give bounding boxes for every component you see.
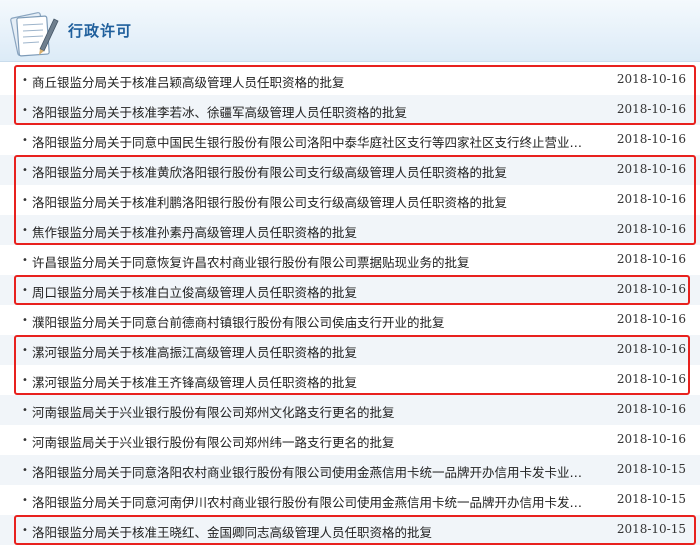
item-title-link[interactable]: 洛阳银监分局关于核准利鹏洛阳银行股份有限公司支行级高级管理人员任职资格的批复: [32, 192, 592, 211]
permit-list: • 商丘银监分局关于核准吕颖高级管理人员任职资格的批复 2018-10-16 •…: [0, 65, 700, 545]
item-date: 2018-10-16: [616, 282, 686, 296]
page-title: 行政许可: [68, 22, 133, 40]
notepad-pen-icon: [10, 12, 59, 57]
item-title-link[interactable]: 周口银监分局关于核准白立俊高级管理人员任职资格的批复: [32, 282, 592, 301]
item-title-link[interactable]: 漯河银监分局关于核准高振江高级管理人员任职资格的批复: [32, 342, 592, 361]
item-title-link[interactable]: 洛阳银监分局关于同意中国民生银行股份有限公司洛阳中泰华庭社区支行等四家社区支行终…: [32, 132, 592, 151]
bullet-icon: •: [22, 165, 28, 176]
item-title-link[interactable]: 河南银监局关于兴业银行股份有限公司郑州纬一路支行更名的批复: [32, 432, 592, 451]
item-title-link[interactable]: 濮阳银监分局关于同意台前德商村镇银行股份有限公司侯庙支行开业的批复: [32, 312, 592, 331]
item-title-link[interactable]: 焦作银监分局关于核准孙素丹高级管理人员任职资格的批复: [32, 222, 592, 241]
list-item[interactable]: • 许昌银监分局关于同意恢复许昌农村商业银行股份有限公司票据贴现业务的批复 20…: [0, 245, 700, 275]
item-date: 2018-10-16: [616, 102, 686, 116]
list-item[interactable]: • 洛阳银监分局关于同意洛阳农村商业银行股份有限公司使用金燕信用卡统一品牌开办信…: [0, 455, 700, 485]
bullet-icon: •: [22, 195, 28, 206]
item-date: 2018-10-16: [616, 402, 686, 416]
item-date: 2018-10-15: [616, 462, 686, 476]
item-date: 2018-10-15: [616, 522, 686, 536]
item-title-link[interactable]: 许昌银监分局关于同意恢复许昌农村商业银行股份有限公司票据贴现业务的批复: [32, 252, 592, 271]
item-date: 2018-10-16: [616, 312, 686, 326]
item-title-link[interactable]: 河南银监局关于兴业银行股份有限公司郑州文化路支行更名的批复: [32, 402, 592, 421]
bullet-icon: •: [22, 405, 28, 416]
item-date: 2018-10-16: [616, 372, 686, 386]
item-date: 2018-10-16: [616, 132, 686, 146]
item-date: 2018-10-15: [616, 492, 686, 506]
list-item[interactable]: • 洛阳银监分局关于同意中国民生银行股份有限公司洛阳中泰华庭社区支行等四家社区支…: [0, 125, 700, 155]
bullet-icon: •: [22, 465, 28, 476]
item-date: 2018-10-16: [616, 72, 686, 86]
bullet-icon: •: [22, 495, 28, 506]
list-item[interactable]: • 商丘银监分局关于核准吕颖高级管理人员任职资格的批复 2018-10-16: [0, 65, 700, 95]
bullet-icon: •: [22, 285, 28, 296]
bullet-icon: •: [22, 255, 28, 266]
list-item[interactable]: • 漯河银监分局关于核准王齐锋高级管理人员任职资格的批复 2018-10-16: [0, 365, 700, 395]
list-item[interactable]: • 洛阳银监分局关于核准王晓红、金国卿同志高级管理人员任职资格的批复 2018-…: [0, 515, 700, 545]
item-date: 2018-10-16: [616, 192, 686, 206]
list-item[interactable]: • 洛阳银监分局关于核准李若冰、徐疆军高级管理人员任职资格的批复 2018-10…: [0, 95, 700, 125]
item-date: 2018-10-16: [616, 252, 686, 266]
bullet-icon: •: [22, 525, 28, 536]
item-date: 2018-10-16: [616, 222, 686, 236]
bullet-icon: •: [22, 135, 28, 146]
list-item[interactable]: • 焦作银监分局关于核准孙素丹高级管理人员任职资格的批复 2018-10-16: [0, 215, 700, 245]
bullet-icon: •: [22, 315, 28, 326]
item-title-link[interactable]: 商丘银监分局关于核准吕颖高级管理人员任职资格的批复: [32, 72, 592, 91]
list-item[interactable]: • 洛阳银监分局关于核准利鹏洛阳银行股份有限公司支行级高级管理人员任职资格的批复…: [0, 185, 700, 215]
list-item[interactable]: • 河南银监局关于兴业银行股份有限公司郑州纬一路支行更名的批复 2018-10-…: [0, 425, 700, 455]
item-title-link[interactable]: 洛阳银监分局关于核准李若冰、徐疆军高级管理人员任职资格的批复: [32, 102, 592, 121]
list-item[interactable]: • 濮阳银监分局关于同意台前德商村镇银行股份有限公司侯庙支行开业的批复 2018…: [0, 305, 700, 335]
item-title-link[interactable]: 洛阳银监分局关于同意洛阳农村商业银行股份有限公司使用金燕信用卡统一品牌开办信用卡…: [32, 462, 592, 481]
item-title-link[interactable]: 漯河银监分局关于核准王齐锋高级管理人员任职资格的批复: [32, 372, 592, 391]
bullet-icon: •: [22, 345, 28, 356]
item-date: 2018-10-16: [616, 342, 686, 356]
list-item[interactable]: • 河南银监局关于兴业银行股份有限公司郑州文化路支行更名的批复 2018-10-…: [0, 395, 700, 425]
list-item[interactable]: • 漯河银监分局关于核准高振江高级管理人员任职资格的批复 2018-10-16: [0, 335, 700, 365]
bullet-icon: •: [22, 375, 28, 386]
item-date: 2018-10-16: [616, 162, 686, 176]
list-item[interactable]: • 洛阳银监分局关于同意河南伊川农村商业银行股份有限公司使用金燕信用卡统一品牌开…: [0, 485, 700, 515]
bullet-icon: •: [22, 435, 28, 446]
item-title-link[interactable]: 洛阳银监分局关于核准王晓红、金国卿同志高级管理人员任职资格的批复: [32, 522, 592, 541]
list-item[interactable]: • 洛阳银监分局关于核准黄欣洛阳银行股份有限公司支行级高级管理人员任职资格的批复…: [0, 155, 700, 185]
item-date: 2018-10-16: [616, 432, 686, 446]
item-title-link[interactable]: 洛阳银监分局关于同意河南伊川农村商业银行股份有限公司使用金燕信用卡统一品牌开办信…: [32, 492, 592, 511]
list-item[interactable]: • 周口银监分局关于核准白立俊高级管理人员任职资格的批复 2018-10-16: [0, 275, 700, 305]
item-title-link[interactable]: 洛阳银监分局关于核准黄欣洛阳银行股份有限公司支行级高级管理人员任职资格的批复: [32, 162, 592, 181]
bullet-icon: •: [22, 105, 28, 116]
section-header: 行政许可: [0, 0, 700, 62]
bullet-icon: •: [22, 75, 28, 86]
bullet-icon: •: [22, 225, 28, 236]
